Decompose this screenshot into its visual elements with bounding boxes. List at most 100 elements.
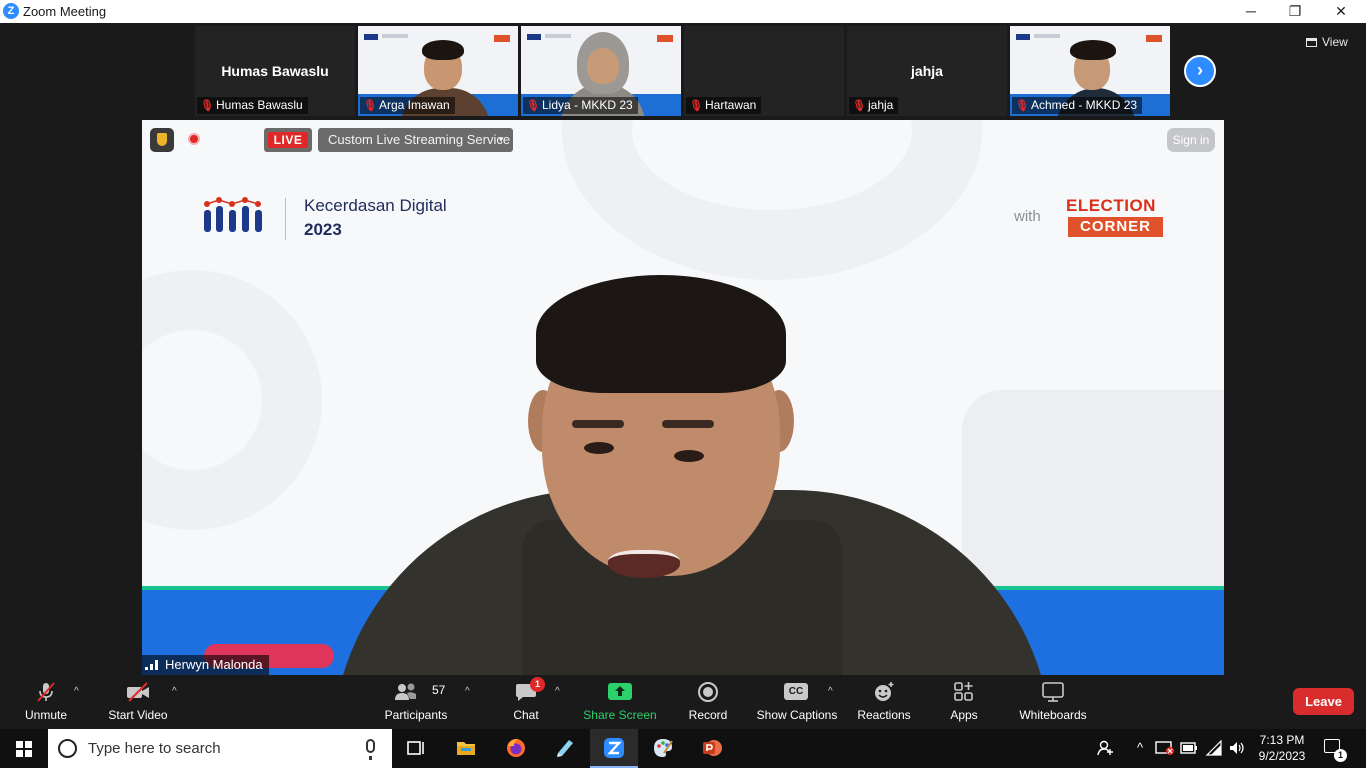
record-button[interactable]: Record	[680, 675, 736, 729]
next-page-button[interactable]: ›	[1184, 55, 1216, 87]
slide-brand-year: 2023	[304, 220, 342, 239]
participant-tile[interactable]: Humas Bawaslu 🎙 Humas Bawaslu	[195, 26, 355, 116]
task-view-button[interactable]	[392, 729, 440, 768]
slide-thumbnail-title	[1034, 34, 1060, 38]
slide-thumbnail-title	[545, 34, 571, 38]
participant-name: Humas Bawaslu	[216, 98, 303, 112]
chat-options-caret-icon[interactable]: ^	[555, 686, 560, 697]
unmute-label: Unmute	[24, 708, 68, 722]
audio-options-caret-icon[interactable]: ^	[74, 686, 79, 697]
participants-options-caret-icon[interactable]: ^	[465, 686, 470, 697]
whiteboards-button[interactable]: Whiteboards	[1012, 675, 1094, 729]
participant-name: jahja	[868, 98, 894, 112]
unmute-button[interactable]: Unmute	[10, 675, 82, 729]
share-screen-icon	[608, 683, 632, 700]
participant-hair	[422, 40, 464, 60]
slide-thumbnail-brand	[657, 35, 673, 42]
battery-icon[interactable]	[1180, 741, 1198, 755]
slide-thumbnail-logo	[527, 34, 541, 40]
folder-icon	[457, 742, 475, 755]
chat-button[interactable]: 1 Chat	[500, 675, 552, 729]
taskbar-firefox[interactable]	[492, 729, 540, 768]
whiteboard-icon	[1042, 682, 1064, 702]
taskbar-file-explorer[interactable]	[442, 729, 490, 768]
people-icon[interactable]	[1096, 739, 1114, 757]
show-hidden-icons-chevron-icon[interactable]: ^	[1132, 740, 1148, 768]
taskbar-zoom[interactable]	[590, 729, 638, 768]
meeting-toolbar: Unmute ^ Start Video ^ 57 Participants ^…	[0, 675, 1366, 729]
participant-name: Arga Imawan	[379, 98, 450, 112]
antivirus-tray-icon[interactable]	[1155, 740, 1175, 756]
live-streaming-service-dropdown[interactable]: Custom Live Streaming Service ▼	[318, 128, 513, 152]
stream-service-label: Custom Live Streaming Service	[328, 132, 511, 147]
captions-options-caret-icon[interactable]: ^	[828, 686, 833, 697]
participant-name: Achmed - MKKD 23	[1031, 98, 1138, 112]
participants-button[interactable]: 57 Participants	[380, 675, 452, 729]
participant-tile[interactable]: 🎙 Arga Imawan	[358, 26, 518, 116]
share-screen-button[interactable]: Share Screen	[580, 675, 660, 729]
taskbar-powerpoint[interactable]	[688, 729, 736, 768]
share-screen-label: Share Screen	[583, 708, 657, 722]
close-button[interactable]: ✕	[1318, 0, 1364, 23]
reactions-button[interactable]: Reactions	[852, 675, 916, 729]
view-grid-icon	[1306, 38, 1317, 47]
participant-name-label: 🎙 jahja	[849, 97, 899, 114]
connection-signal-icon	[145, 660, 159, 670]
participant-name: Hartawan	[705, 98, 757, 112]
taskbar-clock[interactable]: 7:13 PM 9/2/2023	[1252, 732, 1312, 764]
reactions-label: Reactions	[857, 708, 911, 722]
mic-muted-icon: 🎙	[1015, 100, 1029, 112]
record-label: Record	[688, 708, 728, 722]
apps-button[interactable]: Apps	[938, 675, 990, 729]
participant-tile[interactable]: jahja 🎙 jahja	[847, 26, 1007, 116]
chat-unread-badge: 1	[530, 677, 545, 692]
slide-thumbnail-brand	[494, 35, 510, 42]
smiley-face-icon	[875, 682, 894, 701]
background-shape	[562, 120, 982, 280]
start-button[interactable]	[0, 729, 48, 768]
clock-date: 9/2/2023	[1258, 749, 1306, 763]
slide-thumbnail-brand	[1146, 35, 1162, 42]
view-button[interactable]: View	[1306, 35, 1348, 49]
cortana-icon	[58, 739, 77, 758]
speaker-name-label: Herwyn Malonda	[142, 655, 269, 675]
sign-in-button[interactable]: Sign in	[1167, 128, 1215, 152]
volume-icon[interactable]	[1228, 740, 1246, 756]
speaker-eye	[674, 450, 704, 462]
taskbar-paint[interactable]	[639, 729, 687, 768]
participants-count: 57	[432, 683, 446, 697]
start-video-label: Start Video	[108, 708, 168, 722]
participants-icon	[394, 683, 416, 700]
mic-muted-icon: 🎙	[526, 100, 540, 112]
security-shield-icon[interactable]	[150, 128, 174, 152]
live-badge[interactable]: LIVE	[264, 128, 312, 152]
start-video-button[interactable]: Start Video	[102, 675, 174, 729]
participant-hair	[1070, 40, 1116, 60]
speaker-eyebrow	[572, 420, 624, 428]
wifi-icon[interactable]	[1205, 740, 1223, 756]
voice-search-icon[interactable]	[366, 739, 375, 760]
participant-tile[interactable]: 🎙 Lidya - MKKD 23	[521, 26, 681, 116]
taskbar-notes-app[interactable]	[541, 729, 589, 768]
taskbar-search-box[interactable]: Type here to search	[48, 729, 392, 768]
video-camera-off-icon	[127, 682, 149, 702]
minimize-button[interactable]: ─	[1228, 0, 1274, 23]
windows-taskbar: Type here to search ^ 7:13 PM 9/2/2023 1	[0, 729, 1366, 768]
active-speaker-video[interactable]: Kecerdasan Digital 2023 with ELECTION CO…	[142, 120, 1224, 675]
election-corner-logo-top: ELECTION	[1066, 196, 1156, 215]
restore-button[interactable]: ❐	[1272, 0, 1318, 23]
video-options-caret-icon[interactable]: ^	[172, 686, 177, 697]
leave-meeting-button[interactable]: Leave	[1293, 688, 1354, 715]
participant-tile[interactable]: 🎙 Hartawan	[684, 26, 844, 116]
participant-tile[interactable]: 🎙 Achmed - MKKD 23	[1010, 26, 1170, 116]
mic-muted-icon: 🎙	[852, 100, 866, 112]
mic-muted-icon: 🎙	[363, 100, 377, 112]
windows-logo-icon	[16, 741, 32, 757]
notification-count-badge: 1	[1334, 749, 1347, 762]
speaker-mouth	[608, 550, 680, 578]
show-captions-button[interactable]: CC Show Captions	[752, 675, 842, 729]
zoom-app-icon	[604, 738, 624, 758]
participant-center-name: Humas Bawaslu	[221, 63, 329, 79]
microphone-muted-icon	[37, 682, 55, 702]
whiteboards-label: Whiteboards	[1019, 708, 1087, 722]
